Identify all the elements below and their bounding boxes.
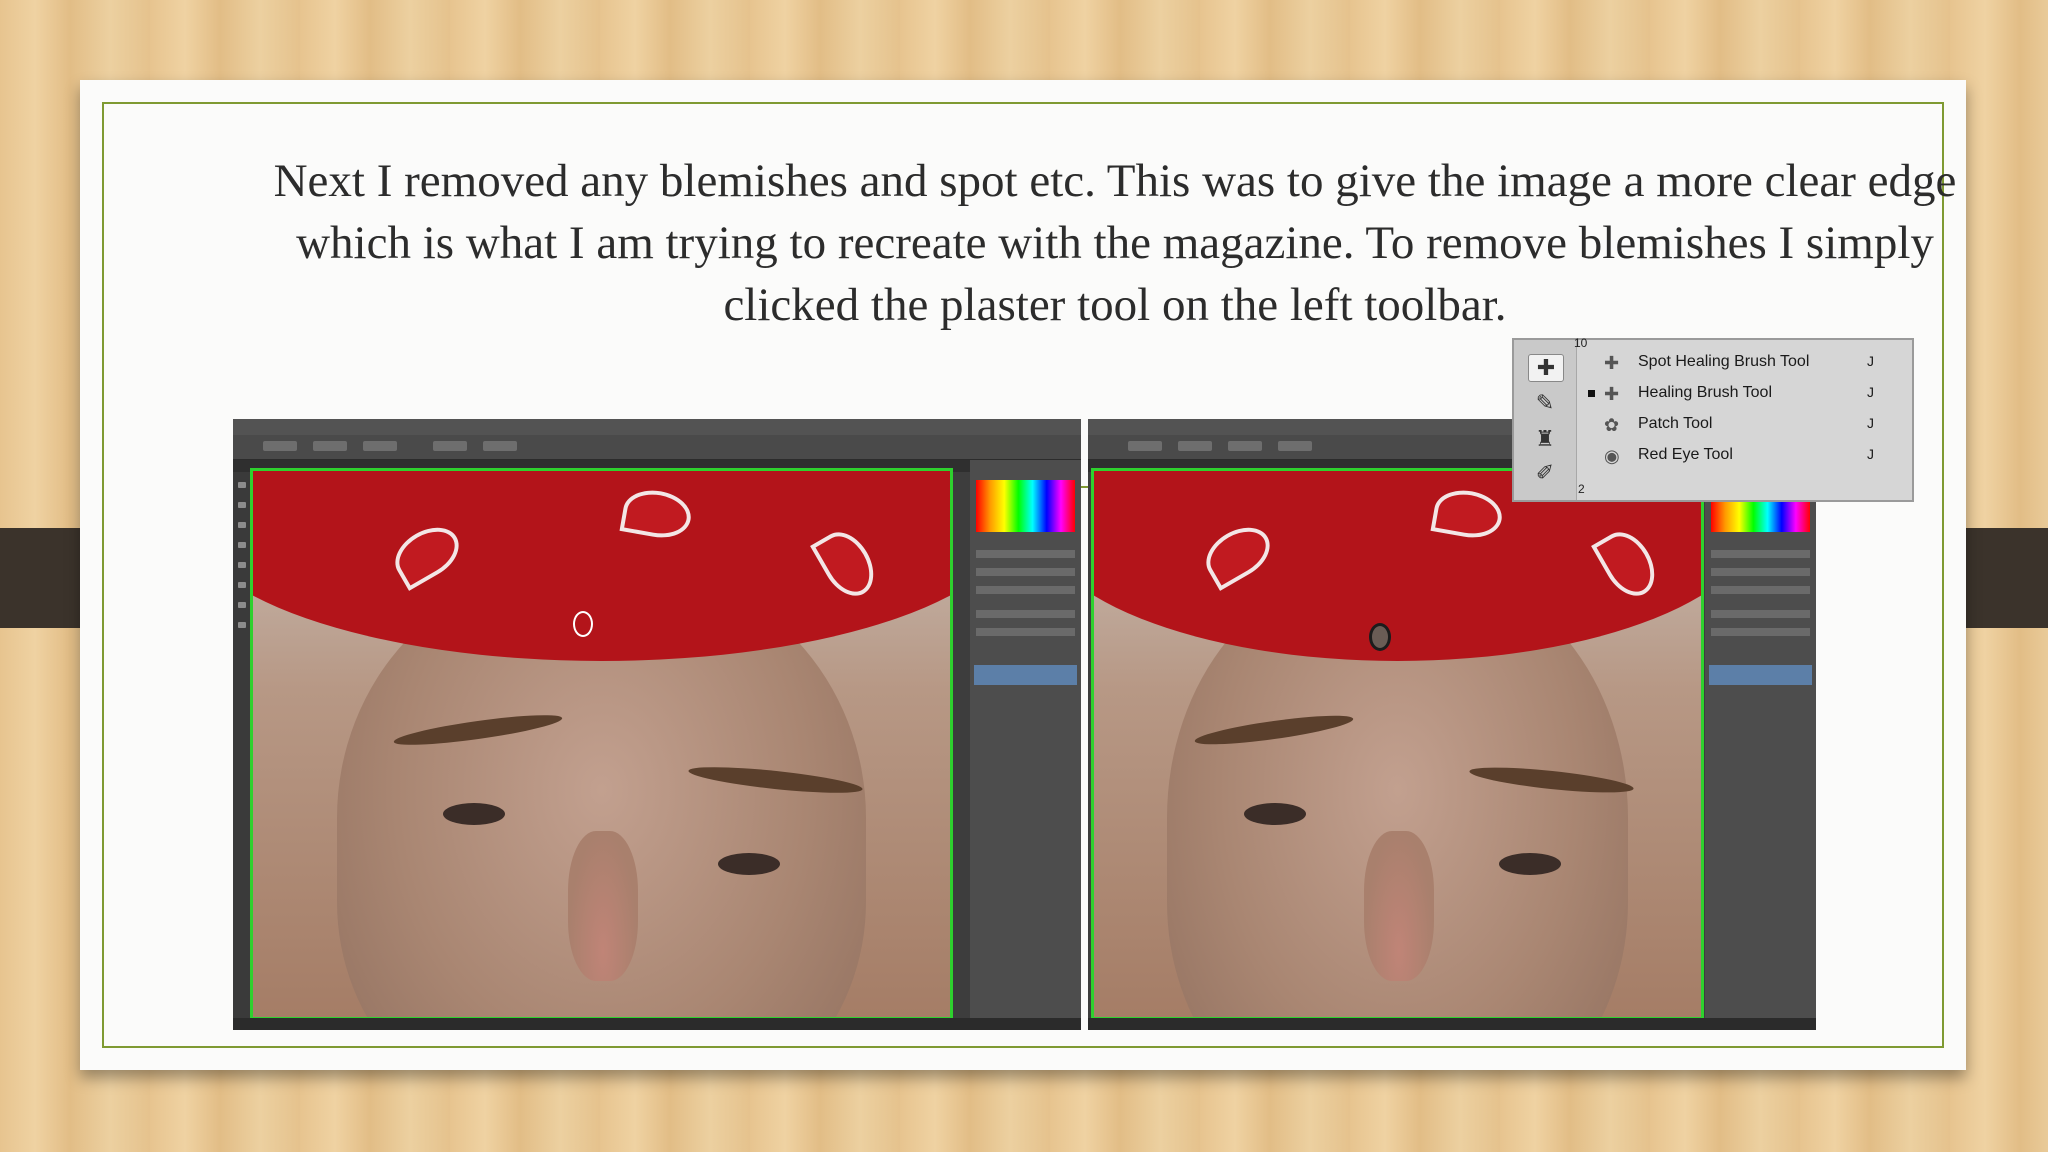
slide-body-text: Next I removed any blemishes and spot et…: [273, 155, 1957, 331]
option-control: [483, 441, 517, 451]
tool-icon: [238, 482, 246, 488]
menu-item-healing-brush[interactable]: ✚ Healing Brush Tool J: [1580, 381, 1904, 407]
tool-icon: [238, 582, 246, 588]
selected-indicator: [1588, 390, 1595, 397]
tool-icon: [238, 562, 246, 568]
right-panels: [1705, 460, 1816, 1030]
panel-row: [976, 568, 1075, 576]
shortcut-key: J: [1867, 384, 1874, 400]
option-control: [1128, 441, 1162, 451]
panel-row: [976, 628, 1075, 636]
photoshop-screenshot-before: [233, 419, 1081, 1030]
status-bar: [233, 1018, 1081, 1030]
option-control: [1228, 441, 1262, 451]
healing-tool-flyout: 10 ✚ ✎ ♜ ✐ 2 ✚ Spot Healing Brush Tool J…: [1512, 336, 1914, 502]
panel-row: [976, 550, 1075, 558]
options-bar: [233, 435, 1081, 460]
menu-item-spot-healing-brush[interactable]: ✚ Spot Healing Brush Tool J: [1580, 350, 1904, 376]
brush-icon[interactable]: ✎: [1528, 390, 1562, 416]
option-control: [263, 441, 297, 451]
panel-row: [1711, 586, 1810, 594]
tools-panel: [233, 472, 251, 1030]
shortcut-key: J: [1867, 415, 1874, 431]
eye: [1499, 853, 1561, 875]
red-eye-icon: ◉: [1604, 446, 1620, 466]
layer-row: [1709, 665, 1812, 685]
layer-row: [974, 665, 1077, 685]
toolbar-strip: 10 ✚ ✎ ♜ ✐ 2: [1514, 336, 1587, 500]
image-canvas: [1091, 468, 1704, 1020]
history-brush-icon[interactable]: ✐: [1528, 460, 1562, 486]
panel-row: [1711, 610, 1810, 618]
menu-item-label: Patch Tool: [1638, 415, 1713, 432]
panel-row: [1711, 568, 1810, 576]
spot-healing-brush-icon: ✚: [1604, 353, 1620, 373]
shortcut-key: J: [1867, 446, 1874, 462]
photoshop-screenshot-after: [1088, 419, 1816, 1030]
healing-brush-icon: ✚: [1604, 384, 1620, 404]
status-bar: [1088, 1018, 1816, 1030]
swatches-panel: [976, 480, 1075, 532]
panel-row: [1711, 628, 1810, 636]
image-canvas: [250, 468, 953, 1020]
healing-brush-cursor: [1369, 623, 1391, 651]
option-control: [1278, 441, 1312, 451]
menu-item-red-eye-tool[interactable]: ◉ Red Eye Tool J: [1580, 443, 1904, 469]
stamp-icon[interactable]: ♜: [1528, 426, 1562, 452]
menu-item-label: Healing Brush Tool: [1638, 384, 1773, 401]
bandage-icon[interactable]: ✚: [1528, 354, 1564, 382]
panel-row: [976, 610, 1075, 618]
history-number: 2: [1578, 482, 1585, 496]
nose: [568, 831, 638, 981]
shortcut-key: J: [1867, 353, 1874, 369]
tool-icon: [238, 542, 246, 548]
patch-icon: ✿: [1604, 415, 1620, 435]
eye: [718, 853, 780, 875]
eye: [1244, 803, 1306, 825]
tool-icon: [238, 622, 246, 628]
tool-icon: [238, 502, 246, 508]
option-control: [1178, 441, 1212, 451]
option-control: [433, 441, 467, 451]
right-panels: [970, 460, 1081, 1030]
option-control: [363, 441, 397, 451]
nose: [1364, 831, 1434, 981]
menu-bar: [233, 419, 1081, 435]
eye: [443, 803, 505, 825]
menu-item-label: Red Eye Tool: [1638, 446, 1733, 463]
brush-size-number: 10: [1574, 336, 1588, 350]
tool-icon: [238, 522, 246, 528]
healing-brush-cursor: [573, 611, 593, 637]
panel-row: [1711, 550, 1810, 558]
panel-row: [976, 586, 1075, 594]
menu-item-label: Spot Healing Brush Tool: [1638, 353, 1810, 370]
menu-item-patch-tool[interactable]: ✿ Patch Tool J: [1580, 412, 1904, 438]
option-control: [313, 441, 347, 451]
tool-icon: [238, 602, 246, 608]
